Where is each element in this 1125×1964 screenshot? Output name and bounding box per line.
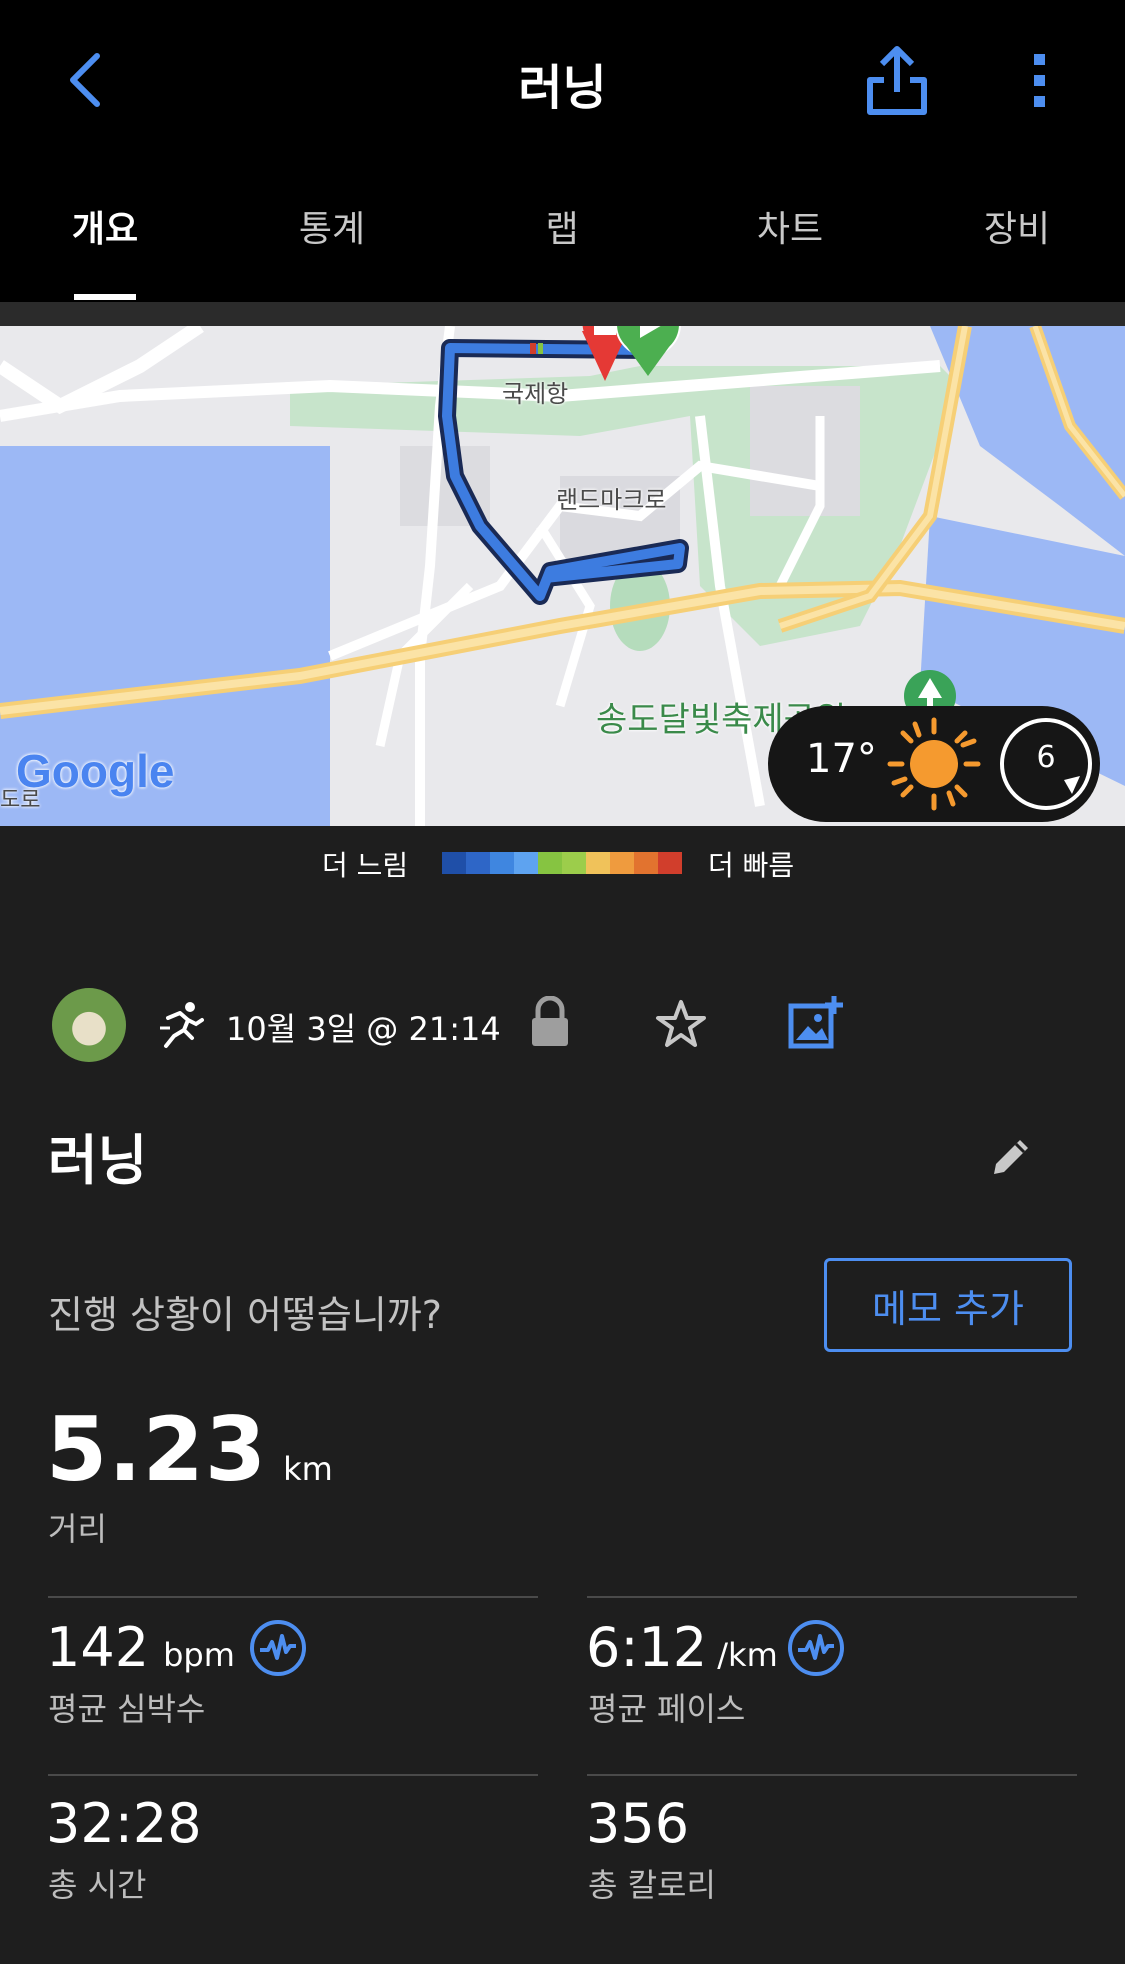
legend-color-bar [442,852,682,874]
distance-value: 5.23 [46,1398,268,1501]
sun-icon [887,717,981,811]
divider [48,1596,538,1598]
google-logo: Google [16,745,175,797]
weather-badge: 17° 6 [768,706,1100,822]
more-options-button[interactable] [1020,40,1060,120]
calories-value: 356 [586,1792,690,1855]
avg-pace-row: 6:12 /km [586,1616,778,1679]
divider [48,1774,538,1776]
legend-color-segment [514,852,538,874]
legend-color-segment [538,852,562,874]
tab-bar: 개요 통계 랩 차트 장비 [0,160,1125,302]
calories-label: 총 칼로리 [588,1866,716,1904]
tab-stats[interactable]: 통계 [252,200,412,252]
progress-prompt: 진행 상황이 어떻습니까? [48,1293,442,1337]
tab-gear[interactable]: 장비 [937,200,1097,252]
divider [587,1596,1077,1598]
add-photo-icon[interactable] [786,994,846,1052]
avg-pace-label: 평균 페이스 [588,1690,746,1728]
top-app-bar: 러닝 [0,0,1125,160]
activity-date-time: 10월 3일 @ 21:14 [226,1010,501,1048]
heart-rate-chart-icon[interactable] [248,1618,308,1678]
distance-label: 거리 [48,1510,107,1548]
tab-overview[interactable]: 개요 [25,200,185,252]
map-label-road: 랜드마크로 [556,486,667,514]
pace-chart-icon[interactable] [786,1618,846,1678]
running-icon [160,1002,204,1048]
share-button[interactable] [862,40,932,120]
tab-laps[interactable]: 랩 [482,200,642,252]
star-icon[interactable] [654,998,708,1050]
legend-color-segment [442,852,466,874]
more-vertical-icon [1034,54,1045,107]
edit-icon[interactable] [988,1134,1034,1180]
legend-faster-label: 더 빠름 [708,849,795,882]
active-tab-indicator [74,294,136,300]
tab-charts[interactable]: 차트 [710,200,870,252]
page-title: 러닝 [518,60,607,116]
distance-value-row: 5.23 km [46,1398,333,1501]
total-time-label: 총 시간 [48,1866,147,1904]
temperature: 17° [806,736,877,782]
avg-hr-row: 142 bpm [46,1616,235,1679]
total-time-value: 32:28 [46,1792,202,1855]
distance-unit: km [283,1450,333,1488]
legend-color-segment [634,852,658,874]
lock-icon[interactable] [528,996,572,1048]
legend-color-segment [490,852,514,874]
legend-color-segment [562,852,586,874]
legend-color-segment [610,852,634,874]
legend-slower-label: 더 느림 [322,849,409,882]
add-memo-button[interactable]: 메모 추가 [824,1258,1072,1352]
map-label-place: 국제항 [502,380,569,408]
legend-color-segment [586,852,610,874]
avg-pace-value: 6:12 [586,1616,708,1679]
legend-color-segment [658,852,682,874]
avg-hr-value: 142 [46,1616,150,1679]
section-divider [0,302,1125,326]
wind-speed: 6 [1036,740,1056,775]
divider [587,1774,1077,1776]
legend-color-segment [466,852,490,874]
pace-legend: 더 느림 더 빠름 [0,826,1125,900]
share-icon [867,46,927,115]
avg-hr-unit: bpm [163,1636,235,1674]
avatar[interactable] [52,988,126,1062]
activity-name: 러닝 [48,1129,148,1192]
avg-hr-label: 평균 심박수 [48,1690,206,1728]
avg-pace-unit: /km [717,1636,778,1674]
